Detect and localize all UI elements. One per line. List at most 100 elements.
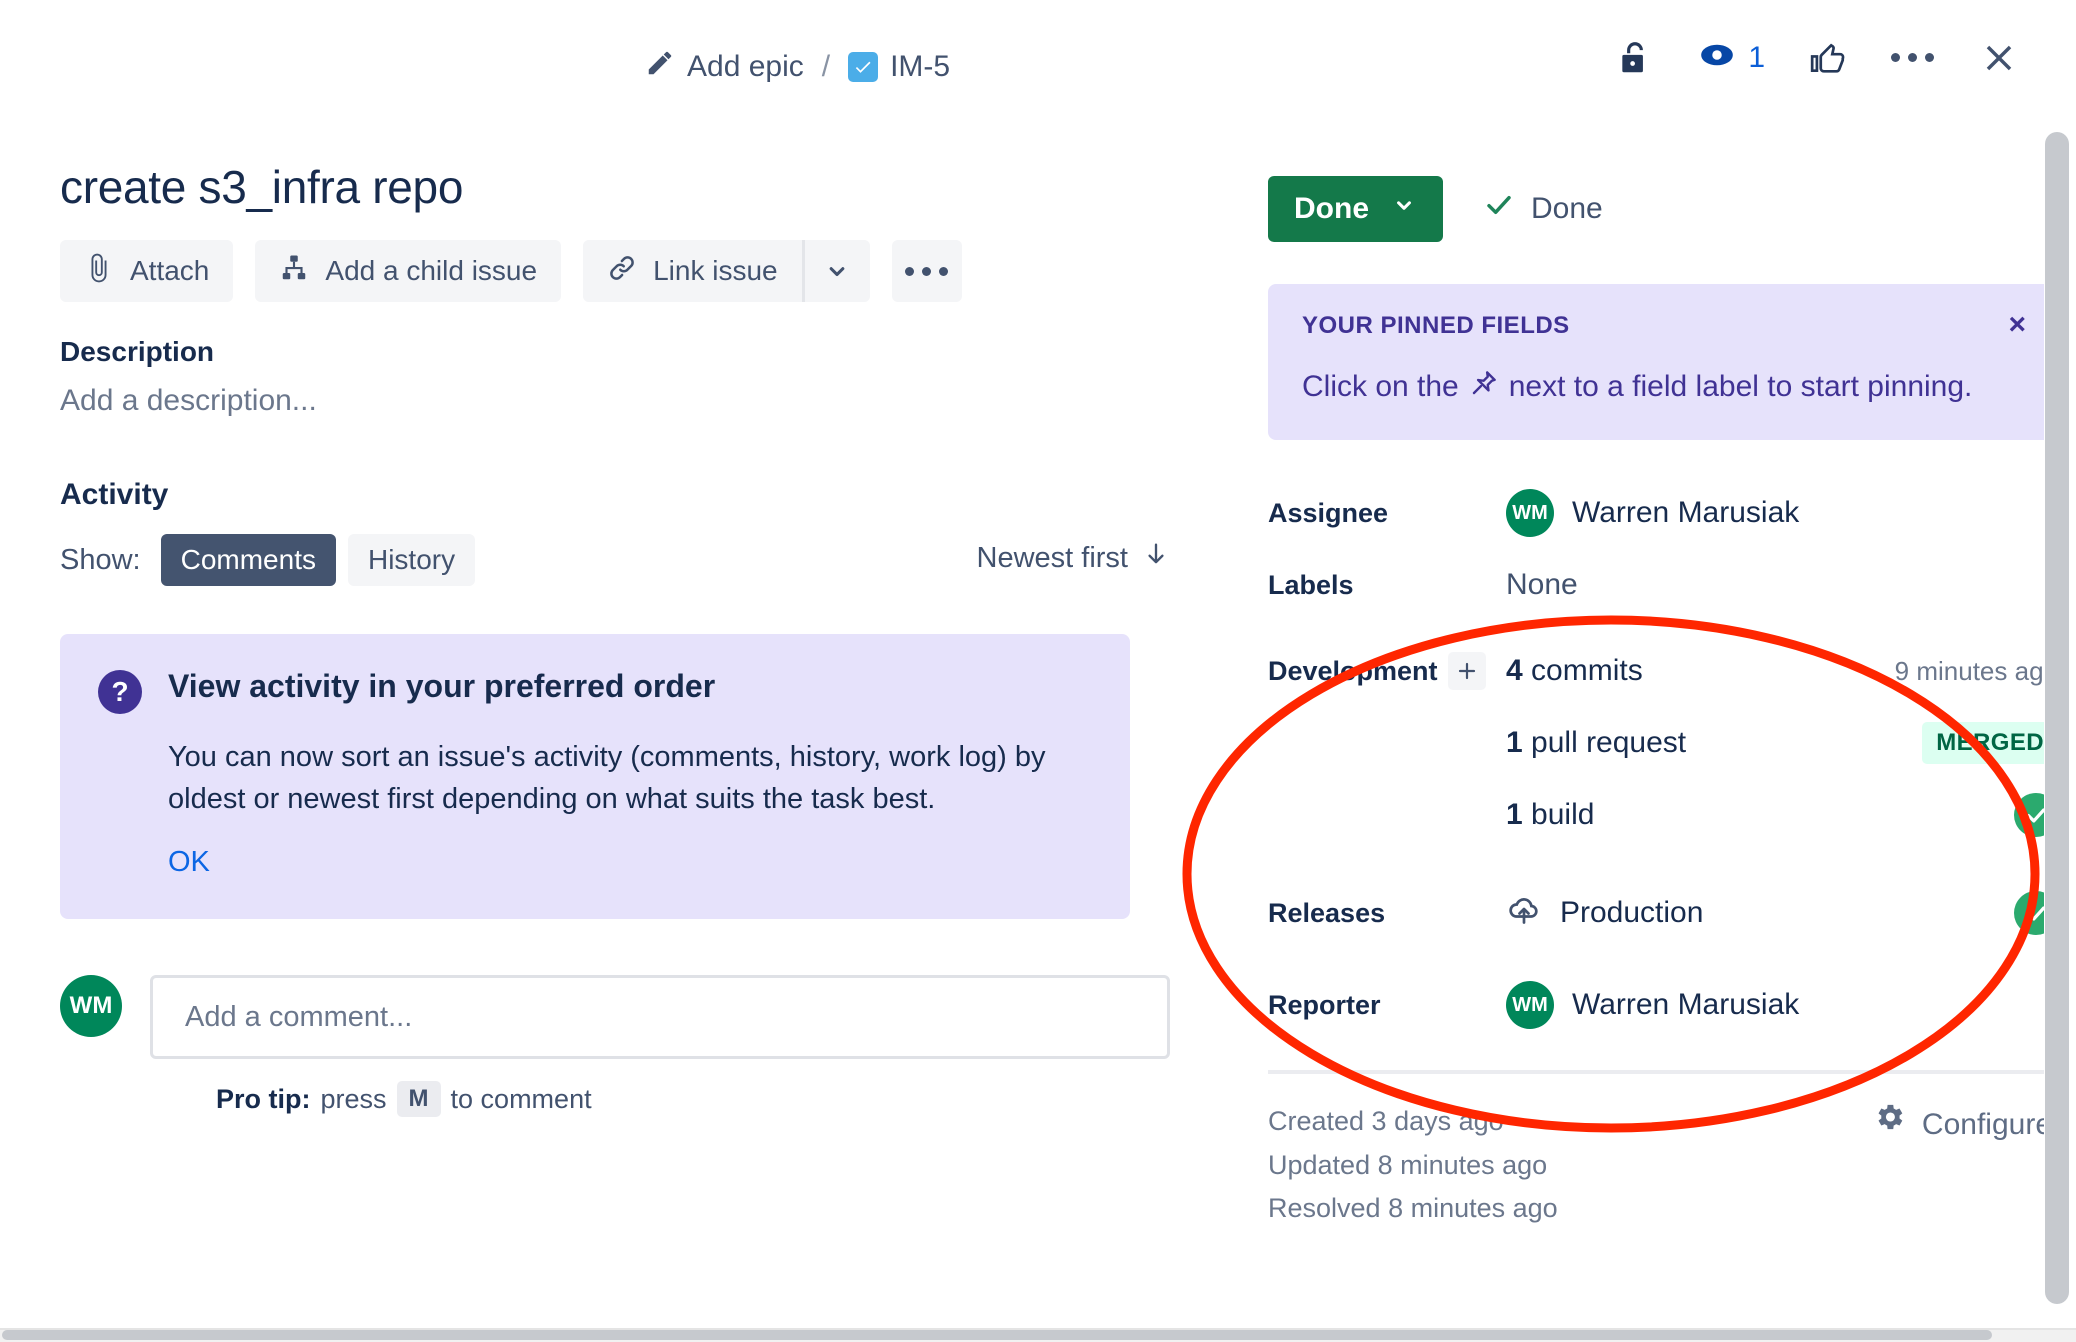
configure-label: Configure: [1921, 1107, 2052, 1141]
show-label: Show:: [60, 543, 141, 576]
close-icon[interactable]: [1978, 37, 2020, 79]
resolution-indicator: Done: [1483, 189, 1603, 229]
link-issue-label: Link issue: [653, 255, 778, 286]
tab-history[interactable]: History: [347, 534, 476, 586]
add-child-issue-button[interactable]: Add a child issue: [255, 240, 562, 302]
updated-timestamp: Updated 8 minutes ago: [1268, 1149, 1548, 1180]
add-epic-button[interactable]: Add epic: [645, 48, 804, 86]
thumbs-up-icon[interactable]: [1809, 39, 1847, 77]
activity-sort-info-panel: ? View activity in your preferred order …: [60, 634, 1130, 920]
field-label-releases: Releases: [1268, 897, 1386, 928]
hierarchy-icon: [279, 253, 309, 290]
development-row-commits: 4 commits 9 minutes ago: [1506, 654, 2058, 688]
issue-key-label: IM-5: [890, 50, 951, 83]
status-badge: MERGED: [1922, 722, 2058, 764]
cloud-upload-icon: [1506, 891, 1542, 935]
activity-controls: Show: Comments History Newest first: [60, 532, 1170, 588]
commits-timestamp-wrap: 9 minutes ago: [1838, 656, 2058, 687]
field-label-labels: Labels: [1268, 569, 1354, 600]
plus-icon[interactable]: [1447, 652, 1486, 690]
commits-count: 4: [1506, 654, 1523, 687]
field-development-commits[interactable]: Development 4 commits 9 minutes ago: [1268, 640, 2058, 702]
field-label-development: Development: [1268, 652, 1506, 690]
pro-tip-key: M: [396, 1081, 441, 1118]
info-panel-ok-button[interactable]: OK: [168, 846, 210, 879]
releases-row: Production: [1506, 891, 2058, 935]
sort-order-label: Newest first: [976, 541, 1128, 574]
horizontal-scrollbar-thumb[interactable]: [2, 1330, 1992, 1340]
unlock-icon[interactable]: [1616, 39, 1654, 77]
releases-status-wrap: [1838, 891, 2058, 935]
pull-request-status-wrap: MERGED: [1838, 722, 2058, 764]
page-title: create s3_infra repo: [60, 161, 464, 213]
description-input[interactable]: Add a description...: [60, 384, 1170, 418]
watch-button[interactable]: 1: [1698, 36, 1765, 79]
question-icon: ?: [98, 670, 142, 714]
close-icon[interactable]: ×: [2008, 310, 2026, 340]
link-icon: [607, 253, 637, 290]
pinned-fields-title: YOUR PINNED FIELDS: [1302, 312, 1570, 339]
build-label: build: [1531, 798, 1595, 831]
status-dropdown-button[interactable]: Done: [1268, 176, 1443, 242]
field-value-reporter: WM Warren Marusiak: [1506, 981, 2058, 1029]
field-value-assignee: WM Warren Marusiak: [1506, 489, 2058, 537]
watch-count: 1: [1748, 40, 1765, 74]
task-checkbox-icon: [848, 52, 879, 82]
info-panel-body: You can now sort an issue's activity (co…: [168, 741, 1046, 816]
development-label-text: Development: [1268, 655, 1438, 686]
description-heading: Description: [60, 336, 215, 367]
sort-order-button[interactable]: Newest first: [977, 540, 1170, 576]
avatar: WM: [1506, 489, 1554, 537]
field-development-build[interactable]: 1 build: [1268, 784, 2058, 846]
top-actions: 1: [1616, 36, 2020, 79]
field-assignee[interactable]: Assignee WM Warren Marusiak: [1268, 482, 2058, 544]
commits-timestamp: 9 minutes ago: [1894, 655, 2058, 686]
more-actions-icon[interactable]: [1891, 53, 1934, 62]
configure-button[interactable]: Configure: [1872, 1100, 2052, 1150]
tab-comments[interactable]: Comments: [160, 534, 336, 586]
pro-tip: Pro tip: press M to comment: [216, 1081, 1170, 1118]
issue-more-actions-button[interactable]: [891, 240, 962, 302]
build-count: 1: [1506, 798, 1523, 831]
chevron-down-icon: [1391, 192, 1417, 226]
build-status-wrap: [1838, 793, 2058, 837]
status-row: Done Done: [1268, 176, 2058, 242]
build-text: 1 build: [1506, 798, 1838, 832]
comment-input[interactable]: Add a comment...: [150, 975, 1170, 1060]
pinned-text-before: Click on the: [1302, 370, 1459, 403]
field-reporter[interactable]: Reporter WM Warren Marusiak: [1268, 974, 2058, 1036]
pinned-fields-body: Click on the next to a field label to st…: [1302, 368, 2024, 406]
jira-issue-view: Add epic / IM-5 1 create s3_infra repo A…: [0, 0, 2076, 1342]
chevron-down-icon[interactable]: [801, 240, 870, 302]
info-panel-title: View activity in your preferred order: [168, 668, 716, 704]
link-issue-button[interactable]: Link issue: [583, 240, 802, 302]
issue-main-column: create s3_infra repo Attach Add a child …: [60, 160, 1170, 1118]
field-label-assignee: Assignee: [1268, 497, 1389, 528]
pro-tip-suffix: to comment: [450, 1083, 592, 1114]
link-issue-split-button: Link issue: [583, 240, 870, 302]
field-development-pull-request[interactable]: 1 pull request MERGED: [1268, 712, 2058, 774]
gear-icon: [1872, 1100, 1906, 1150]
commits-text: 4 commits: [1506, 654, 1838, 688]
vertical-scrollbar-thumb[interactable]: [2045, 132, 2069, 1304]
issue-key-link[interactable]: IM-5: [848, 50, 950, 84]
status-label: Done: [1294, 192, 1369, 225]
arrow-down-icon: [1142, 540, 1170, 576]
releases-value-wrap: Production: [1506, 891, 1838, 935]
add-epic-label: Add epic: [687, 50, 804, 83]
pro-tip-mid: press: [320, 1083, 387, 1114]
attach-button[interactable]: Attach: [60, 240, 234, 302]
attach-label: Attach: [130, 255, 210, 286]
field-releases[interactable]: Releases Production: [1268, 882, 2058, 944]
pull-request-text: 1 pull request: [1506, 726, 1838, 760]
breadcrumb: Add epic / IM-5: [645, 48, 950, 86]
pull-request-label: pull request: [1531, 726, 1687, 759]
field-labels[interactable]: Labels None: [1268, 554, 2058, 616]
development-row-build: 1 build: [1506, 793, 2058, 837]
add-comment-row: WM Add a comment...: [60, 975, 1170, 1060]
commits-label: commits: [1531, 654, 1643, 687]
issue-action-buttons: Attach Add a child issue Link issue: [60, 240, 1170, 302]
pull-request-count: 1: [1506, 726, 1523, 759]
watch-eye-icon: [1698, 36, 1736, 79]
add-child-issue-label: Add a child issue: [325, 255, 538, 286]
